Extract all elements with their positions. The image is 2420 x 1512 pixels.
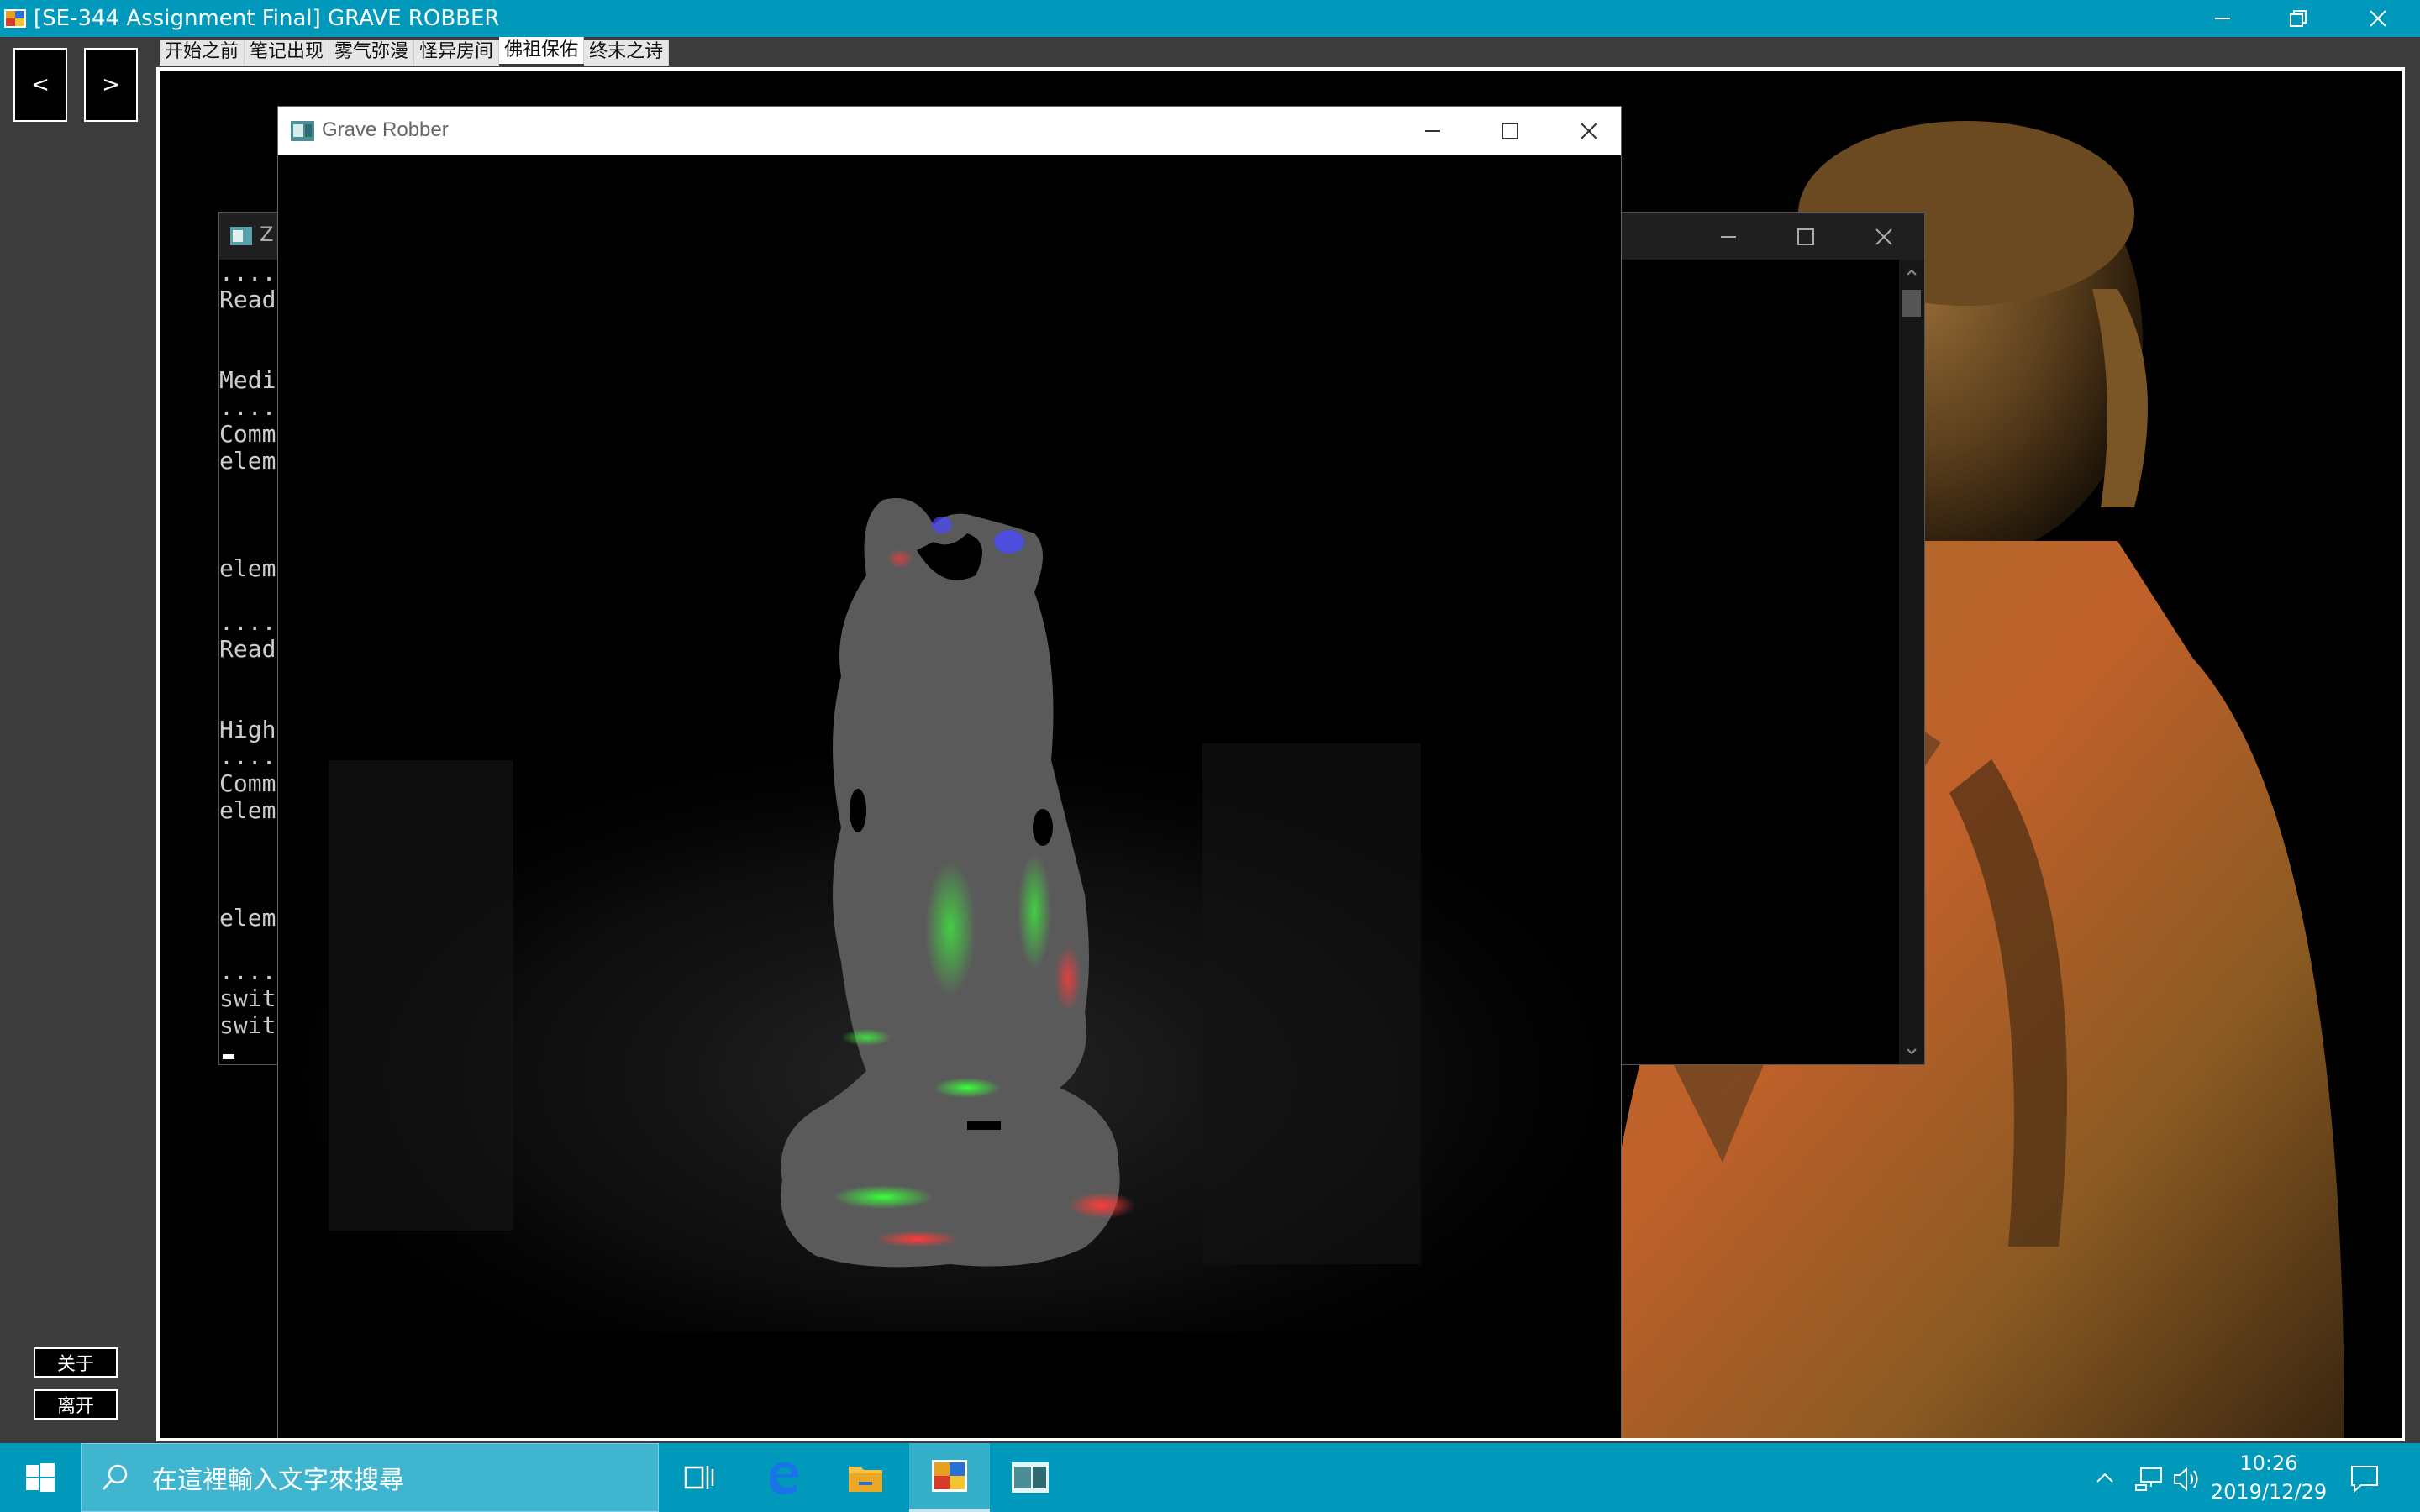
task-view-button[interactable] (659, 1443, 739, 1512)
rendered-statue-scene (278, 155, 1621, 1438)
console-line: High (219, 716, 276, 743)
edge-taskbar-button[interactable] (743, 1443, 823, 1512)
render-window[interactable]: Grave Robber (277, 106, 1622, 1438)
network-icon[interactable] (2134, 1467, 2163, 1492)
next-button[interactable]: > (84, 48, 138, 122)
window-title: [SE-344 Assignment Final] GRAVE ROBBER (34, 6, 500, 31)
minimize-button[interactable] (2185, 0, 2260, 37)
chevron-up-icon[interactable] (2094, 1470, 2116, 1487)
task-view-icon (684, 1466, 714, 1489)
render-title-bar[interactable]: Grave Robber (278, 107, 1621, 155)
close-icon (2370, 10, 2386, 27)
console-line: swit (219, 1011, 276, 1039)
close-button[interactable] (2340, 0, 2416, 37)
tab-before-start[interactable]: 开始之前 (160, 40, 245, 66)
taskbar-search-box[interactable]: 在這裡輸入文字來搜尋 (81, 1443, 659, 1512)
console-line: elem (219, 447, 276, 475)
chevron-down-icon[interactable] (1899, 1042, 1924, 1061)
minimize-icon (2215, 18, 2230, 19)
app-title-bar[interactable]: [SE-344 Assignment Final] GRAVE ROBBER (0, 0, 2420, 37)
console-line: elem (219, 554, 276, 582)
console-line: .... (219, 259, 276, 286)
console-line: .... (219, 958, 276, 985)
windows-start-icon (26, 1463, 55, 1492)
console-app-icon (230, 227, 252, 245)
tab-buddha-blessing[interactable]: 佛祖保佑 (499, 37, 585, 64)
console-title: Z (260, 223, 274, 246)
clock-date[interactable]: 2019/12/29 (2210, 1480, 2328, 1504)
scene-stage: Z .... Read Medi .... Comm elem elem ...… (156, 67, 2405, 1441)
tab-final-poem[interactable]: 终末之诗 (584, 40, 670, 66)
console-close-icon[interactable] (1875, 228, 1893, 246)
console-line: Read (219, 286, 276, 313)
restore-button[interactable] (2260, 0, 2336, 37)
console-scroll-thumb[interactable] (1902, 290, 1921, 317)
console-output: .... Read Medi .... Comm elem elem .... … (219, 260, 287, 1039)
prev-button[interactable]: < (13, 48, 67, 122)
console-cursor (223, 1054, 234, 1059)
console-line: .... (219, 608, 276, 636)
clock-time[interactable]: 10:26 (2215, 1452, 2323, 1475)
maximize-icon[interactable] (1501, 122, 1519, 140)
opengl-window-icon (1012, 1462, 1049, 1493)
file-explorer-taskbar-button[interactable] (825, 1443, 906, 1512)
search-icon (103, 1464, 128, 1490)
tab-strange-room[interactable]: 怪异房间 (414, 40, 500, 66)
restore-icon (2290, 10, 2307, 27)
render-window-title: Grave Robber (322, 118, 449, 141)
minimize-icon[interactable] (1423, 122, 1442, 140)
grave-robber-taskbar-button[interactable] (909, 1443, 990, 1512)
console-line: Comm (219, 769, 276, 797)
edge-icon (770, 1462, 798, 1494)
start-button[interactable] (0, 1443, 81, 1512)
opengl-window-icon (291, 121, 314, 141)
console-line: swit (219, 984, 276, 1012)
console-line: elem (219, 904, 276, 932)
console-line: .... (219, 743, 276, 770)
scene-tabs: 开始之前 笔记出现 雾气弥漫 怪异房间 佛祖保佑 终末之诗 (160, 37, 670, 66)
action-center-icon[interactable] (2349, 1463, 2380, 1494)
console-maximize-icon[interactable] (1797, 228, 1815, 246)
tab-fog-spreads[interactable]: 雾气弥漫 (329, 40, 415, 66)
console-line: Read (219, 635, 276, 663)
console-line: Medi (219, 366, 276, 394)
tab-notes-appear[interactable]: 笔记出现 (245, 40, 330, 66)
console-line: Comm (219, 420, 276, 448)
app-icon (4, 9, 26, 28)
close-icon[interactable] (1580, 122, 1598, 140)
taskbar: 在這裡輸入文字來搜尋 10:26 2019/12/29 (0, 1443, 2420, 1512)
console-line: .... (219, 393, 276, 421)
about-button[interactable]: 关于 (34, 1347, 118, 1378)
opengl-taskbar-button[interactable] (990, 1443, 1071, 1512)
grave-robber-app-icon (932, 1460, 967, 1492)
volume-icon[interactable] (2173, 1467, 2202, 1492)
exit-button[interactable]: 离开 (34, 1389, 118, 1420)
console-minimize-icon[interactable] (1719, 228, 1738, 246)
console-line: elem (219, 796, 276, 824)
file-explorer-icon (849, 1467, 882, 1492)
search-placeholder: 在這裡輸入文字來搜尋 (152, 1466, 404, 1495)
chevron-up-icon[interactable] (1899, 263, 1924, 281)
console-scrollbar[interactable] (1899, 260, 1924, 1064)
